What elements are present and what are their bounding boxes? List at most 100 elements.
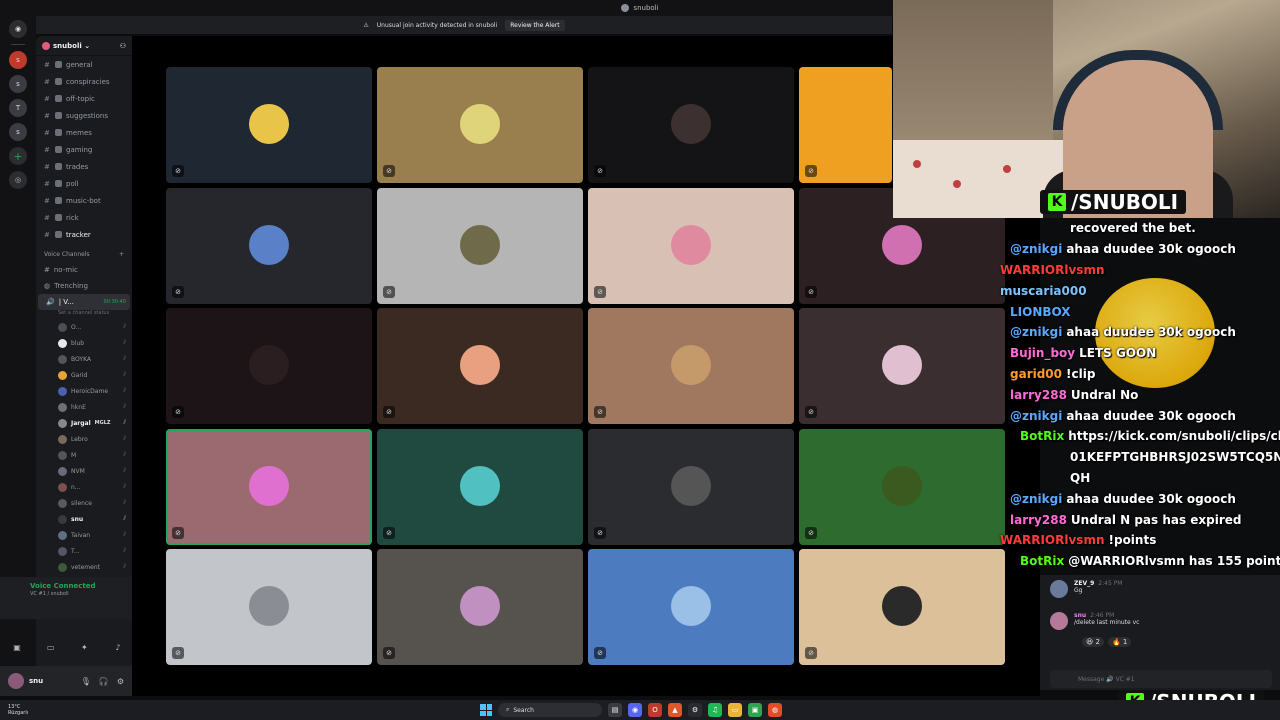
add-member-icon[interactable]: ⚇ — [120, 42, 126, 50]
video-tile[interactable]: ⊘ — [377, 188, 583, 304]
voice-member[interactable]: Jargal MGLZ ⫽ — [36, 415, 132, 431]
channel-general[interactable]: # general — [36, 56, 132, 73]
gear-icon[interactable]: ⚙ — [117, 677, 124, 686]
channel-music-bot[interactable]: # music-bot — [36, 192, 132, 209]
channel-suggestions[interactable]: # suggestions — [36, 107, 132, 124]
video-tile[interactable]: ⊘ — [799, 67, 892, 183]
brave-icon[interactable]: ▲ — [668, 703, 682, 717]
message-author[interactable]: snu — [1074, 612, 1086, 619]
activity-icon[interactable]: ✦ — [77, 643, 91, 653]
message-input[interactable]: Message 🔊 VC #1 — [1050, 670, 1272, 688]
video-tile[interactable]: ⊘ — [799, 549, 1005, 665]
voice-member[interactable]: NVM ⫽ — [36, 463, 132, 479]
folder-icon[interactable]: ▭ — [728, 703, 742, 717]
taskbar-apps: ⌕ Search ▤ ◉ O ▲ ⚙ ♫ ▭ ▣ ◍ — [480, 703, 782, 717]
video-tile[interactable]: ⊘ — [377, 67, 583, 183]
video-tile[interactable]: ⊘ — [799, 429, 1005, 545]
video-tile[interactable]: ⊘ — [166, 549, 372, 665]
avatar — [882, 104, 892, 144]
reaction[interactable]: 😆 2 — [1082, 637, 1104, 647]
avatar[interactable] — [1050, 580, 1068, 598]
server-icon[interactable]: s — [9, 123, 27, 141]
add-server-icon[interactable]: + — [9, 147, 27, 165]
channel-tracker[interactable]: # tracker — [36, 226, 132, 243]
muted-mic-icon: ⊘ — [805, 165, 817, 177]
video-tile[interactable]: ⊘ — [377, 429, 583, 545]
chat-username: larry288 — [1010, 512, 1067, 527]
voice-member[interactable]: T... ⫽ — [36, 543, 132, 559]
app-icon[interactable]: ▣ — [748, 703, 762, 717]
voice-member[interactable]: Lebro ⫽ — [36, 431, 132, 447]
channel-rick[interactable]: # rick — [36, 209, 132, 226]
video-tile[interactable]: ⊘ — [166, 188, 372, 304]
weather-widget[interactable]: 13°C Rüzgarlı — [0, 704, 28, 716]
discord-taskbar-icon[interactable]: ◉ — [628, 703, 642, 717]
video-tile[interactable]: ⊘ — [799, 308, 1005, 424]
avatar[interactable] — [8, 673, 24, 689]
screen-share-icon[interactable]: ▭ — [44, 643, 58, 653]
discord-home-icon[interactable]: ◉ — [9, 20, 27, 38]
voice-member[interactable]: silence ⫽ — [36, 495, 132, 511]
chat-username: WARRIORlvsmn — [1000, 262, 1105, 277]
voice-member[interactable]: O... ⫽ — [36, 319, 132, 335]
chrome-icon[interactable]: ◍ — [768, 703, 782, 717]
voice-member[interactable]: HeroicDame ⫽ — [36, 383, 132, 399]
channel-memes[interactable]: # memes — [36, 124, 132, 141]
windows-start-icon[interactable] — [480, 704, 492, 716]
voice-member[interactable]: vetement ⫽ — [36, 559, 132, 575]
server-icon[interactable]: s — [9, 75, 27, 93]
channel-conspiracies[interactable]: # conspiracies — [36, 73, 132, 90]
video-tile[interactable]: ⊘ — [377, 308, 583, 424]
soundboard-icon[interactable]: ♪ — [111, 643, 125, 653]
channel-poll[interactable]: # poll — [36, 175, 132, 192]
video-tile[interactable]: ⊘ — [166, 67, 372, 183]
voice-member[interactable]: hknE ⫽ — [36, 399, 132, 415]
message-author[interactable]: ZEV_9 — [1074, 580, 1094, 587]
explore-icon[interactable]: ◎ — [9, 171, 27, 189]
channel-off-topic[interactable]: # off-topic — [36, 90, 132, 107]
video-tile[interactable]: ⊘ — [588, 429, 794, 545]
voice-member[interactable]: M ⫽ — [36, 447, 132, 463]
mic-icon[interactable]: 🎙 — [81, 677, 91, 686]
opera-icon[interactable]: O — [648, 703, 662, 717]
voice-member[interactable]: n... ⫽ — [36, 479, 132, 495]
voice-member[interactable]: snu ⫽ — [36, 511, 132, 527]
voice-connected-sub[interactable]: VC #1 / snuboli — [30, 591, 69, 597]
taskbar-search[interactable]: ⌕ Search — [498, 703, 602, 717]
voice-channels-header[interactable]: Voice Channels + — [36, 243, 132, 262]
video-tile[interactable]: ⊘ — [166, 308, 372, 424]
avatar[interactable] — [1050, 612, 1068, 630]
video-tile[interactable]: ⊘ — [588, 308, 794, 424]
voice-channel-no-mic[interactable]: # no-mic — [36, 262, 132, 278]
video-tile[interactable]: ⊘ — [588, 67, 794, 183]
server-icon-t[interactable]: T — [9, 99, 27, 117]
headphones-icon[interactable]: 🎧 — [99, 677, 109, 686]
channel-trades[interactable]: # trades — [36, 158, 132, 175]
spotify-icon[interactable]: ♫ — [708, 703, 722, 717]
member-name: n... — [71, 483, 81, 491]
video-tile[interactable]: ⊘ — [588, 549, 794, 665]
reaction[interactable]: 🔥 1 — [1107, 637, 1132, 647]
add-channel-icon[interactable]: + — [119, 251, 124, 258]
voice-connected-label[interactable]: Voice Connected — [30, 582, 96, 590]
settings-icon[interactable]: ⚙ — [688, 703, 702, 717]
voice-channel-active[interactable]: 🔊 | V... 00:30:40 — [38, 294, 130, 310]
user-name[interactable]: snu — [29, 677, 43, 685]
voice-member[interactable]: BOYKA ⫽ — [36, 351, 132, 367]
task-view-icon[interactable]: ▤ — [608, 703, 622, 717]
chat-username: @znikgi — [1010, 408, 1063, 423]
voice-channel-trenching[interactable]: ◍ Trenching — [36, 278, 132, 294]
video-tile[interactable]: ⊘ — [166, 429, 372, 545]
muted-mic-icon: ⊘ — [594, 527, 606, 539]
video-tile[interactable]: ⊘ — [588, 188, 794, 304]
channel-gaming[interactable]: # gaming — [36, 141, 132, 158]
review-alert-button[interactable]: Review the Alert — [505, 19, 565, 31]
channel-status[interactable]: Set a channel status — [36, 310, 132, 319]
server-header[interactable]: snuboli ⌄ ⚇ — [36, 36, 132, 56]
voice-member[interactable]: Garid ⫽ — [36, 367, 132, 383]
server-icon-snuboli[interactable]: s — [9, 51, 27, 69]
voice-member[interactable]: Taivan ⫽ — [36, 527, 132, 543]
voice-member[interactable]: blub ⫽ — [36, 335, 132, 351]
video-tile[interactable]: ⊘ — [377, 549, 583, 665]
video-icon[interactable]: ▣ — [10, 643, 24, 653]
